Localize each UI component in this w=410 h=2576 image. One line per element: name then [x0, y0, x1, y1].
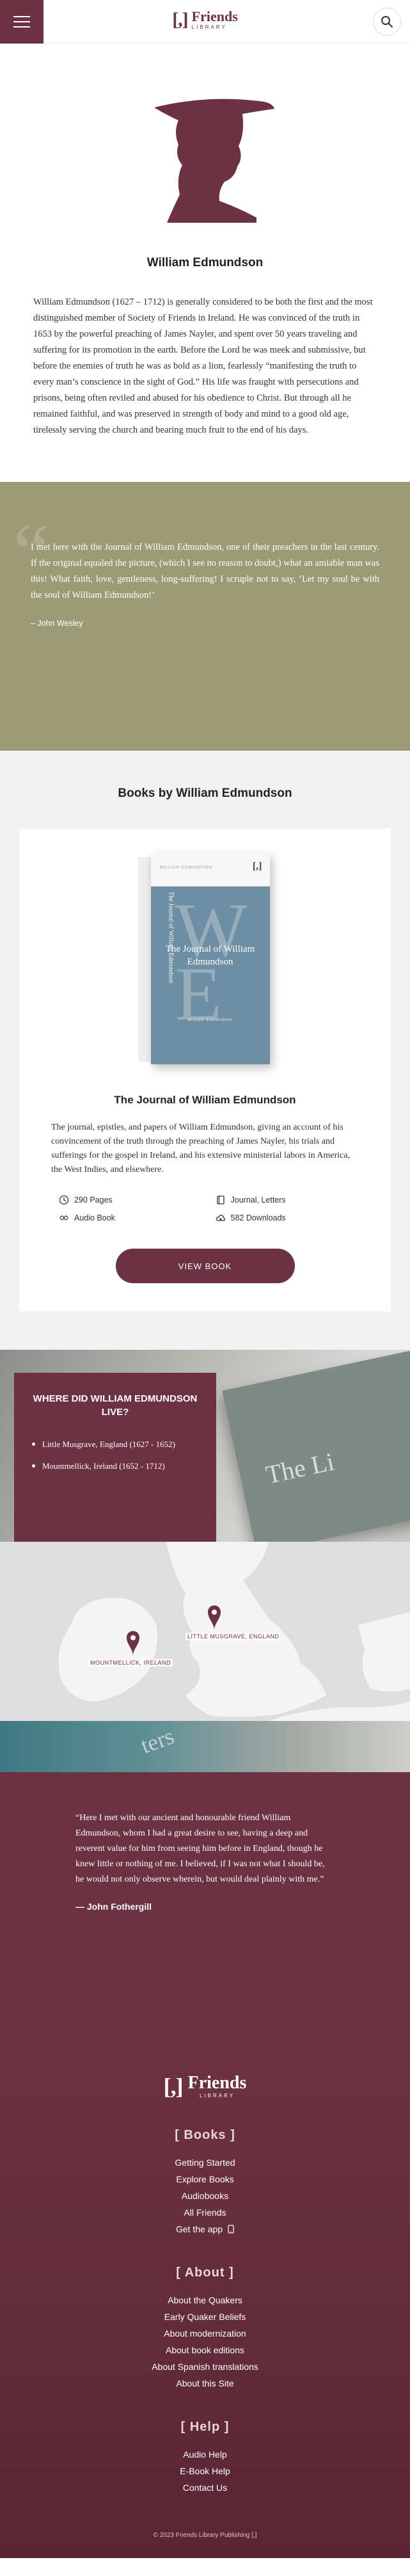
footer-links-help: Audio Help E-Book Help Contact Us	[0, 2446, 410, 2496]
author-section: William Edmundson William Edmundson (162…	[0, 44, 410, 464]
fothergill-quote-attribution: — John Fothergill	[75, 1901, 152, 1912]
book-spine	[138, 857, 152, 1062]
footer-section-about: [ About ] About the Quakers Early Quaker…	[0, 2266, 410, 2392]
footer-link-get-app[interactable]: Get the app	[0, 2221, 410, 2237]
residence-map[interactable]: LITTLE MUSGRAVE, ENGLAND MOUNTMELLICK, I…	[0, 1542, 410, 1721]
footer-link-contact-us[interactable]: Contact Us	[0, 2479, 410, 2496]
hamburger-icon-line	[13, 21, 30, 22]
books-section: Books by William Edmundson WILLIAM EDMUN…	[0, 751, 410, 1350]
meta-pages-text: 290 Pages	[74, 1196, 113, 1204]
footer-logo[interactable]: [,] Friends LIBRARY	[164, 2073, 247, 2100]
cover-series: WILLIAM EDMUNDSON	[159, 866, 213, 870]
meta-downloads-text: 582 Downloads	[230, 1213, 286, 1222]
meta-audio-text: Audio Book	[74, 1213, 115, 1222]
hamburger-icon-line	[13, 16, 30, 17]
footer-link-getting-started[interactable]: Getting Started	[0, 2154, 410, 2171]
footer-section-books: [ Books ] Getting Started Explore Books …	[0, 2128, 410, 2237]
logo-line2: LIBRARY	[191, 24, 227, 30]
cover-side-text: The Journal of William Edmundson	[167, 892, 175, 984]
menu-button[interactable]	[0, 0, 43, 44]
meta-audio: Audio Book	[59, 1213, 203, 1223]
books-heading: Books by William Edmundson	[118, 787, 292, 800]
map-label-mountmellick: MOUNTMELLICK, IRELAND	[88, 1659, 173, 1667]
wesley-quote-attribution: – John Wesley	[31, 619, 83, 628]
residence-item: Little Musgrave, England (1627 - 1652)	[29, 1438, 201, 1451]
meta-genre: Journal, Letters	[216, 1195, 359, 1205]
footer-heading-about: [ About ]	[176, 2266, 234, 2280]
book-title[interactable]: The Journal of William Edmundson	[51, 1094, 359, 1107]
footer-heading-help: [ Help ]	[180, 2420, 230, 2434]
footer-link-audiobooks[interactable]: Audiobooks	[0, 2188, 410, 2204]
wesley-quote-text: I met here with the Journal of William E…	[31, 542, 379, 600]
meta-downloads: 582 Downloads	[216, 1213, 359, 1223]
decorative-book-text: The Li	[263, 1446, 337, 1490]
footer-link-explore-books[interactable]: Explore Books	[0, 2171, 410, 2188]
book-meta: 290 Pages Journal, Letters Audio Book 58…	[51, 1195, 359, 1223]
logo-words: Friends LIBRARY	[192, 10, 238, 30]
footer-link-about-book-editions[interactable]: About book editions	[0, 2342, 410, 2358]
copyright-text: © 2023 Friends Library Publishing [,]	[153, 2532, 257, 2539]
decorative-book-strip: ters	[0, 1721, 410, 1772]
fothergill-quote-body: “Here I met with our ancient and honoura…	[0, 1772, 410, 2041]
footer-logo-line1: Friends	[187, 2073, 247, 2093]
footer-logo-words: Friends LIBRARY	[188, 2074, 247, 2099]
search-button[interactable]	[373, 8, 401, 36]
footer-heading-books: [ Books ]	[175, 2128, 235, 2142]
footer-link-about-spanish-translations[interactable]: About Spanish translations	[0, 2358, 410, 2375]
cover-author: William Edmundson	[187, 1018, 233, 1022]
footer-logo-line2: LIBRARY	[199, 2093, 235, 2099]
residence-list: Little Musgrave, England (1627 - 1652) M…	[29, 1438, 201, 1473]
wesley-quote-section: “ I met here with the Journal of William…	[0, 482, 410, 751]
decorative-strip-text: ters	[137, 1723, 178, 1759]
book-description: The journal, epistles, and papers of Wil…	[51, 1123, 351, 1174]
book-icon	[216, 1196, 225, 1204]
footer-section-help: [ Help ] Audio Help E-Book Help Contact …	[0, 2420, 410, 2496]
footer-link-early-quaker-beliefs[interactable]: Early Quaker Beliefs	[0, 2308, 410, 2325]
book-cover[interactable]: WILLIAM EDMUNDSON [,] W E The Journal of…	[138, 853, 272, 1064]
author-silhouette-icon	[154, 99, 274, 223]
phone-icon	[228, 2225, 234, 2234]
cloud-download-icon	[216, 1215, 225, 1221]
footer-link-ebook-help[interactable]: E-Book Help	[0, 2463, 410, 2479]
cover-logo-icon: [,]	[252, 861, 262, 872]
hamburger-icon-line	[13, 26, 30, 28]
book-card: WILLIAM EDMUNDSON [,] W E The Journal of…	[19, 829, 391, 1311]
footer-link-about-modernization[interactable]: About modernization	[0, 2325, 410, 2342]
residence-card: Where did William Edmundson live? Little…	[14, 1373, 216, 1542]
footer-links-about: About the Quakers Early Quaker Beliefs A…	[0, 2292, 410, 2392]
book-cover-front: WILLIAM EDMUNDSON [,] W E The Journal of…	[150, 853, 270, 1064]
footer-logo-mark: [,]	[163, 2074, 184, 2099]
map-continent-landmass	[358, 1612, 410, 1692]
author-name: William Edmundson	[146, 256, 264, 269]
footer-link-audio-help[interactable]: Audio Help	[0, 2446, 410, 2463]
map-label-little-musgrave: LITTLE MUSGRAVE, ENGLAND	[185, 1633, 281, 1640]
cover-top-band	[150, 853, 270, 886]
site-header: [,] Friends LIBRARY	[0, 0, 410, 44]
clock-icon	[59, 1195, 69, 1205]
fothergill-quote-section: ters “Here I met with our ancient and ho…	[0, 1721, 410, 2041]
residence-item: Mountmellick, Ireland (1652 - 1712)	[29, 1460, 201, 1473]
footer-links-books: Getting Started Explore Books Audiobooks…	[0, 2154, 410, 2237]
logo-mark: [,]	[172, 9, 189, 30]
footer-link-all-friends[interactable]: All Friends	[0, 2204, 410, 2221]
fothergill-quote-text: “Here I met with our ancient and honoura…	[75, 1813, 325, 1884]
view-book-button[interactable]: View Book	[115, 1249, 295, 1283]
author-bio: William Edmundson (1627 – 1712) is gener…	[33, 297, 373, 435]
footer-link-about-site[interactable]: About this Site	[0, 2375, 410, 2392]
meta-pages: 290 Pages	[59, 1195, 203, 1205]
site-footer: [,] Friends LIBRARY [ Books ] Getting St…	[0, 2041, 410, 2558]
footer-link-about-quakers[interactable]: About the Quakers	[0, 2292, 410, 2308]
search-icon	[381, 16, 393, 28]
meta-genre-text: Journal, Letters	[230, 1196, 286, 1204]
residence-section: The Li Where did William Edmundson live?…	[0, 1350, 410, 1542]
map-canvas	[0, 1542, 410, 1721]
site-logo[interactable]: [,] Friends LIBRARY	[172, 9, 238, 31]
logo-line1: Friends	[191, 8, 238, 24]
audio-waves-icon	[59, 1215, 68, 1220]
residence-title: Where did William Edmundson live?	[33, 1393, 198, 1418]
footer-link-get-app-label: Get the app	[175, 2224, 223, 2234]
